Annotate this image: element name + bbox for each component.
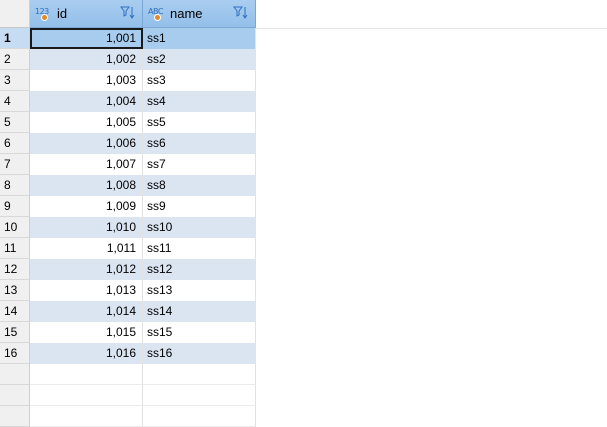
cell-name[interactable]: ss2 bbox=[143, 49, 256, 70]
cell-name[interactable]: ss5 bbox=[143, 112, 256, 133]
row-number[interactable]: 7 bbox=[0, 154, 30, 175]
empty-cell bbox=[143, 364, 256, 385]
table-row[interactable]: 6 1,006 ss6 bbox=[0, 133, 256, 154]
column-title: name bbox=[170, 6, 203, 21]
table-row[interactable]: 10 1,010 ss10 bbox=[0, 217, 256, 238]
row-number[interactable]: 3 bbox=[0, 70, 30, 91]
empty-cell bbox=[143, 385, 256, 406]
table-row[interactable]: 3 1,003 ss3 bbox=[0, 70, 256, 91]
empty-cell bbox=[30, 406, 143, 427]
cell-name[interactable]: ss8 bbox=[143, 175, 256, 196]
cell-id[interactable]: 1,013 bbox=[30, 280, 143, 301]
row-number[interactable]: 10 bbox=[0, 217, 30, 238]
row-number[interactable]: 1 bbox=[0, 28, 30, 49]
cell-id[interactable]: 1,005 bbox=[30, 112, 143, 133]
cell-id[interactable]: 1,012 bbox=[30, 259, 143, 280]
cell-id[interactable]: 1,004 bbox=[30, 91, 143, 112]
cell-name[interactable]: ss6 bbox=[143, 133, 256, 154]
result-grid: 123 id ABC name 1 1,001 ss1 2 1,002 ss2 3 1,003… bbox=[0, 0, 607, 427]
table-row[interactable]: 14 1,014 ss14 bbox=[0, 301, 256, 322]
cell-id[interactable]: 1,001 bbox=[30, 28, 143, 49]
table-row[interactable]: 1 1,001 ss1 bbox=[0, 28, 256, 49]
grid-line bbox=[256, 28, 607, 29]
cell-id[interactable]: 1,003 bbox=[30, 70, 143, 91]
cell-id[interactable]: 1,015 bbox=[30, 322, 143, 343]
cell-name[interactable]: ss10 bbox=[143, 217, 256, 238]
empty-row-header bbox=[0, 364, 30, 385]
cell-name[interactable]: ss12 bbox=[143, 259, 256, 280]
cell-name[interactable]: ss16 bbox=[143, 343, 256, 364]
cell-name[interactable]: ss4 bbox=[143, 91, 256, 112]
row-number[interactable]: 12 bbox=[0, 259, 30, 280]
row-number[interactable]: 5 bbox=[0, 112, 30, 133]
row-number[interactable]: 6 bbox=[0, 133, 30, 154]
numeric-type-icon: 123 bbox=[35, 6, 55, 22]
table-row[interactable]: 9 1,009 ss9 bbox=[0, 196, 256, 217]
row-number[interactable]: 8 bbox=[0, 175, 30, 196]
table-row[interactable]: 15 1,015 ss15 bbox=[0, 322, 256, 343]
cell-id[interactable]: 1,006 bbox=[30, 133, 143, 154]
table-row[interactable]: 4 1,004 ss4 bbox=[0, 91, 256, 112]
cell-id[interactable]: 1,007 bbox=[30, 154, 143, 175]
row-number[interactable]: 4 bbox=[0, 91, 30, 112]
text-type-icon: ABC bbox=[148, 6, 168, 22]
cell-id[interactable]: 1,010 bbox=[30, 217, 143, 238]
cell-name[interactable]: ss14 bbox=[143, 301, 256, 322]
table-row[interactable]: 11 1,011 ss11 bbox=[0, 238, 256, 259]
table-row[interactable]: 2 1,002 ss2 bbox=[0, 49, 256, 70]
table-row[interactable]: 16 1,016 ss16 bbox=[0, 343, 256, 364]
key-dot-icon bbox=[41, 13, 48, 21]
empty-cell bbox=[30, 364, 143, 385]
cell-name[interactable]: ss3 bbox=[143, 70, 256, 91]
table-row[interactable]: 13 1,013 ss13 bbox=[0, 280, 256, 301]
cell-name[interactable]: ss11 bbox=[143, 238, 256, 259]
table-row[interactable]: 8 1,008 ss8 bbox=[0, 175, 256, 196]
cell-name[interactable]: ss9 bbox=[143, 196, 256, 217]
cell-id[interactable]: 1,016 bbox=[30, 343, 143, 364]
cell-id[interactable]: 1,009 bbox=[30, 196, 143, 217]
table-row[interactable]: 5 1,005 ss5 bbox=[0, 112, 256, 133]
empty-cell bbox=[30, 385, 143, 406]
row-number[interactable]: 16 bbox=[0, 343, 30, 364]
key-dot-icon bbox=[154, 13, 161, 21]
row-number[interactable]: 9 bbox=[0, 196, 30, 217]
cell-name[interactable]: ss13 bbox=[143, 280, 256, 301]
cell-id[interactable]: 1,002 bbox=[30, 49, 143, 70]
cell-id[interactable]: 1,008 bbox=[30, 175, 143, 196]
cell-id[interactable]: 1,011 bbox=[30, 238, 143, 259]
table-row[interactable]: 12 1,012 ss12 bbox=[0, 259, 256, 280]
cell-name[interactable]: ss15 bbox=[143, 322, 256, 343]
filter-sort-icon[interactable] bbox=[233, 5, 249, 21]
cell-name[interactable]: ss1 bbox=[143, 28, 256, 49]
grid-corner[interactable] bbox=[0, 0, 30, 28]
row-number[interactable]: 15 bbox=[0, 322, 30, 343]
column-title: id bbox=[57, 6, 68, 21]
row-number[interactable]: 2 bbox=[0, 49, 30, 70]
empty-cell bbox=[143, 406, 256, 427]
column-header-name[interactable]: ABC name bbox=[143, 0, 256, 28]
cell-id[interactable]: 1,014 bbox=[30, 301, 143, 322]
cell-name[interactable]: ss7 bbox=[143, 154, 256, 175]
empty-row-header bbox=[0, 406, 30, 427]
row-number[interactable]: 13 bbox=[0, 280, 30, 301]
empty-row-header bbox=[0, 385, 30, 406]
table-row[interactable]: 7 1,007 ss7 bbox=[0, 154, 256, 175]
grid-header: 123 id ABC name bbox=[0, 0, 607, 28]
filter-sort-icon[interactable] bbox=[120, 5, 136, 21]
row-number[interactable]: 11 bbox=[0, 238, 30, 259]
column-header-id[interactable]: 123 id bbox=[30, 0, 143, 28]
row-number[interactable]: 14 bbox=[0, 301, 30, 322]
